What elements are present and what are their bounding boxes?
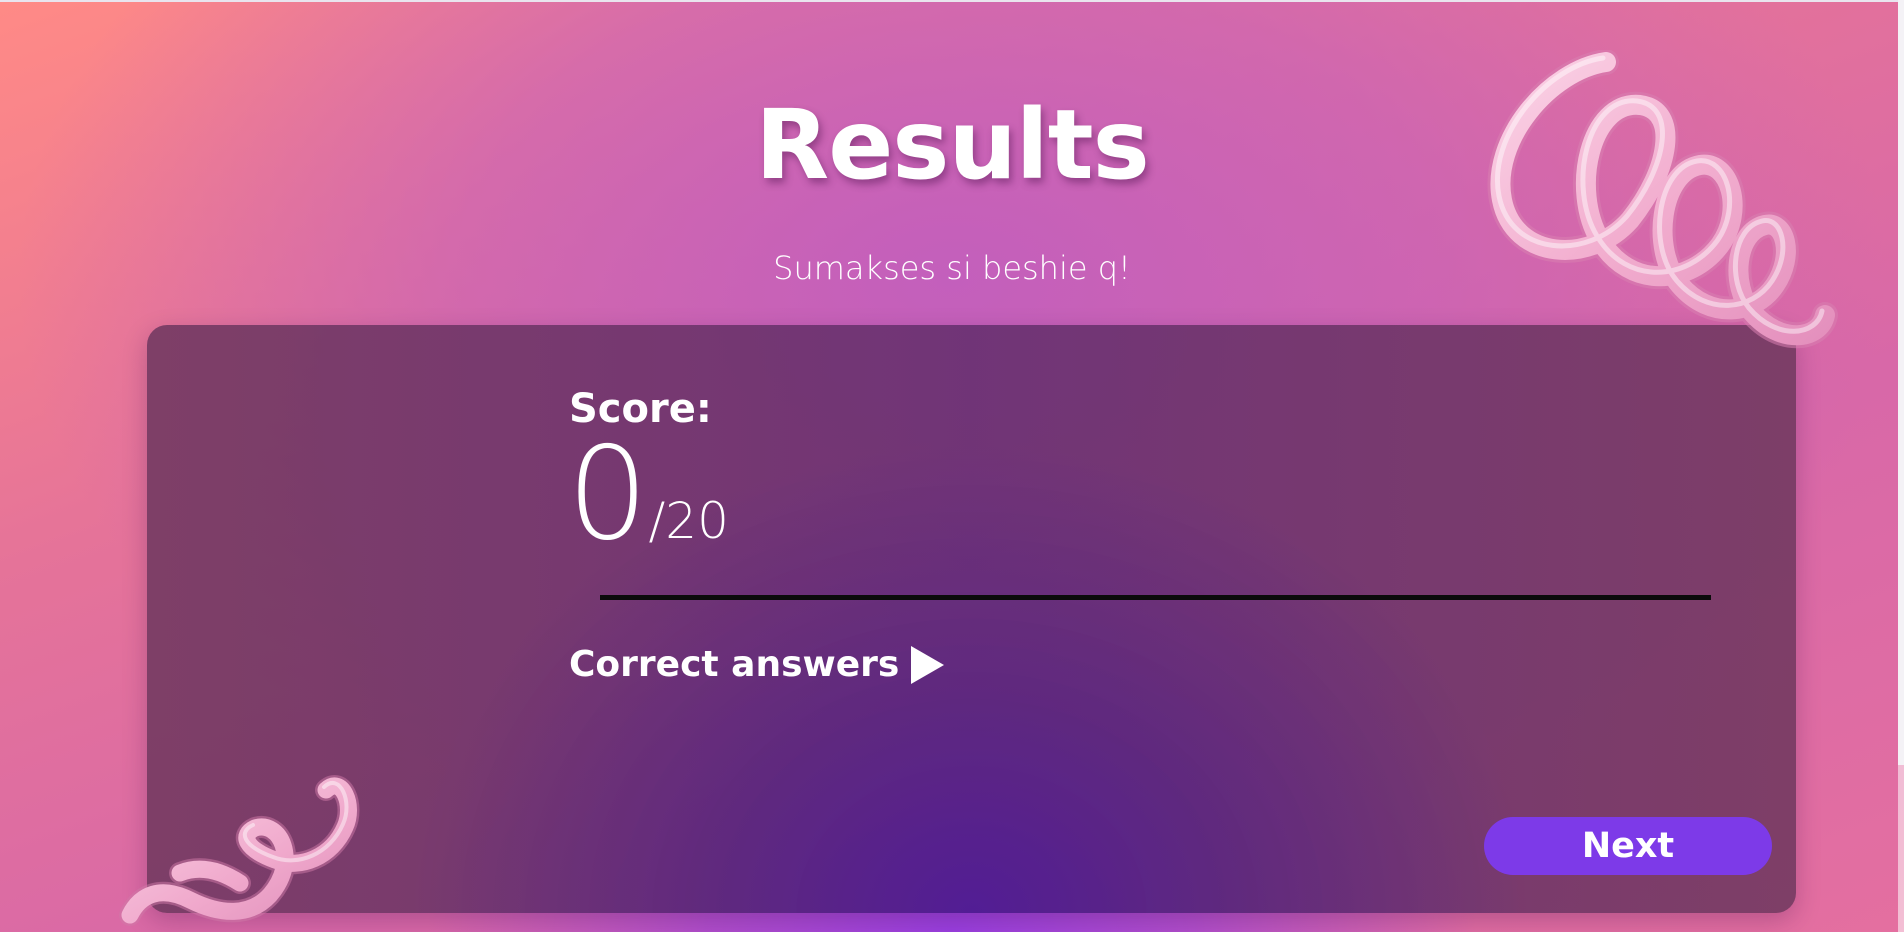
page-title: Results xyxy=(755,89,1149,201)
correct-answers-label: Correct answers xyxy=(569,644,900,685)
correct-answers-toggle[interactable]: Correct answers xyxy=(569,643,945,687)
score-display: 0/20 xyxy=(567,425,729,565)
window-top-edge xyxy=(0,0,1904,2)
scrollbar-thumb[interactable] xyxy=(1898,0,1904,765)
results-card: Score: 0/20 Correct answers Next xyxy=(147,325,1796,913)
next-button[interactable]: Next xyxy=(1484,817,1772,875)
play-triangle-icon xyxy=(911,646,945,684)
divider xyxy=(600,595,1711,600)
score-value: 0 xyxy=(567,420,649,569)
scrollbar-track[interactable] xyxy=(1898,0,1904,932)
page-subtitle: Sumakses si beshie q! xyxy=(773,249,1131,287)
score-total: /20 xyxy=(648,492,729,550)
